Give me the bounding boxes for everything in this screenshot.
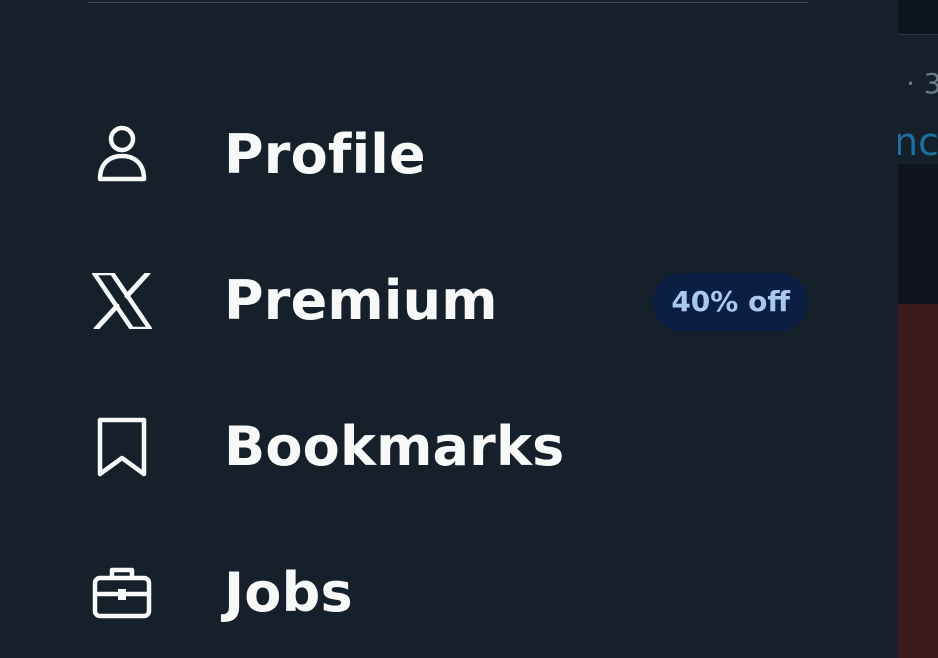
background-header	[898, 0, 938, 35]
background-media	[898, 304, 938, 658]
bookmark-icon	[88, 413, 156, 481]
x-logo-icon	[88, 267, 156, 335]
drawer-divider	[88, 2, 808, 3]
menu-item-jobs[interactable]: Jobs	[88, 543, 808, 643]
menu-item-profile[interactable]: Profile	[88, 105, 808, 205]
screen: · 3 ncl Profile Premium	[0, 0, 938, 658]
menu-item-premium[interactable]: Premium 40% off	[88, 251, 808, 351]
navigation-drawer: Profile Premium 40% off Bookmarks Jobs	[0, 0, 898, 658]
menu-item-label: Premium	[224, 269, 498, 332]
menu-item-label: Profile	[224, 123, 426, 186]
background-card	[898, 164, 938, 304]
background-tweet-meta: · 3	[906, 67, 938, 100]
briefcase-icon	[88, 559, 156, 627]
person-icon	[88, 121, 156, 189]
menu-item-label: Jobs	[224, 561, 353, 624]
discount-badge: 40% off	[653, 273, 808, 331]
menu-item-label: Bookmarks	[224, 415, 565, 478]
background-timeline: · 3 ncl	[898, 0, 938, 658]
background-tweet-link: ncl	[898, 120, 938, 164]
menu-item-bookmarks[interactable]: Bookmarks	[88, 397, 808, 497]
